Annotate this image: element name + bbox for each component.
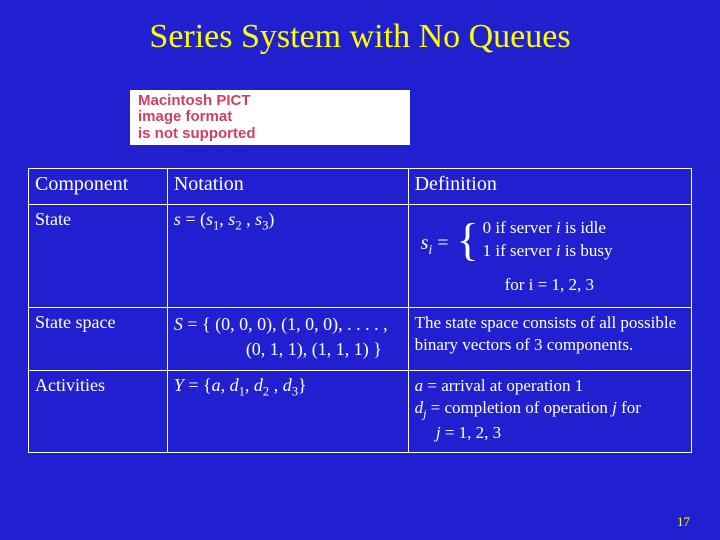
placeholder-line: Macintosh PICT <box>138 93 402 110</box>
col-notation: Notation <box>167 169 408 205</box>
definition-table: Component Notation Definition State s = … <box>28 168 692 453</box>
page-number: 17 <box>677 514 690 530</box>
act-label: Activities <box>29 371 168 453</box>
state-label: State <box>29 205 168 308</box>
left-brace-icon: { <box>457 219 479 260</box>
state-notation: s = (s1, s2 , s3) <box>167 205 408 308</box>
col-component: Component <box>29 169 168 205</box>
row-state: State s = (s1, s2 , s3) si = { 0 if serv… <box>29 205 692 308</box>
row-activities: Activities Y = {a, d1, d2 , d3} a = arri… <box>29 371 692 453</box>
sspace-notation: S = { (0, 0, 0), (1, 0, 0), . . . . , (0… <box>167 308 408 371</box>
slide: Series System with No Queues Macintosh P… <box>0 0 720 540</box>
state-for-line: for i = 1, 2, 3 <box>505 275 594 295</box>
act-definition: a = arrival at operation 1 dj = completi… <box>408 371 691 453</box>
pict-placeholder: Macintosh PICT image format is not suppo… <box>130 90 410 145</box>
state-definition: si = { 0 if server i is idle 1 if server… <box>408 205 691 308</box>
col-definition: Definition <box>408 169 691 205</box>
row-state-space: State space S = { (0, 0, 0), (1, 0, 0), … <box>29 308 692 371</box>
table-header-row: Component Notation Definition <box>29 169 692 205</box>
slide-title: Series System with No Queues <box>0 0 720 56</box>
placeholder-line: is not supported <box>138 126 402 143</box>
placeholder-line: image format <box>138 109 402 126</box>
act-notation: Y = {a, d1, d2 , d3} <box>167 371 408 453</box>
sspace-definition: The state space consists of all possible… <box>408 308 691 371</box>
sspace-label: State space <box>29 308 168 371</box>
